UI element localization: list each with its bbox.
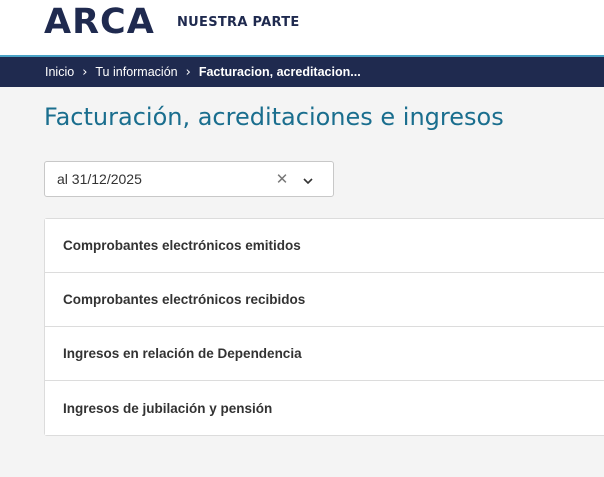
breadcrumb-item-inicio[interactable]: Inicio <box>45 65 74 79</box>
section-label: Ingresos de jubilación y pensión <box>63 400 273 416</box>
sections-accordion: Comprobantes electrónicos emitidos Compr… <box>44 218 604 436</box>
site-header: ARCA NUESTRA PARTE <box>0 0 604 55</box>
period-select[interactable]: al 31/12/2025 ✕ <box>44 161 334 197</box>
chevron-right-icon: › <box>185 64 191 80</box>
section-ingresos-dependencia[interactable]: Ingresos en relación de Dependencia <box>45 327 604 381</box>
page-title: Facturación, acreditaciones e ingresos <box>44 103 504 131</box>
header-tagline: NUESTRA PARTE <box>177 15 300 30</box>
clear-icon[interactable]: ✕ <box>274 170 290 188</box>
section-label: Comprobantes electrónicos emitidos <box>63 238 301 253</box>
section-ingresos-jubilacion[interactable]: Ingresos de jubilación y pensión <box>45 381 604 435</box>
section-comprobantes-emitidos[interactable]: Comprobantes electrónicos emitidos <box>45 219 604 273</box>
breadcrumb-item-tu-informacion[interactable]: Tu información <box>95 65 177 79</box>
section-label: Comprobantes electrónicos recibidos <box>63 292 306 307</box>
chevron-right-icon: › <box>82 64 88 80</box>
breadcrumb-current: Facturacion, acreditacion... <box>198 65 361 79</box>
section-comprobantes-recibidos[interactable]: Comprobantes electrónicos recibidos <box>45 273 604 327</box>
section-label: Ingresos en relación de Dependencia <box>63 346 302 361</box>
period-select-value: al 31/12/2025 <box>57 171 142 187</box>
breadcrumb: Inicio › Tu información › Facturacion, a… <box>0 57 604 87</box>
chevron-down-icon[interactable] <box>300 171 316 187</box>
arca-logo[interactable]: ARCA <box>44 2 155 42</box>
